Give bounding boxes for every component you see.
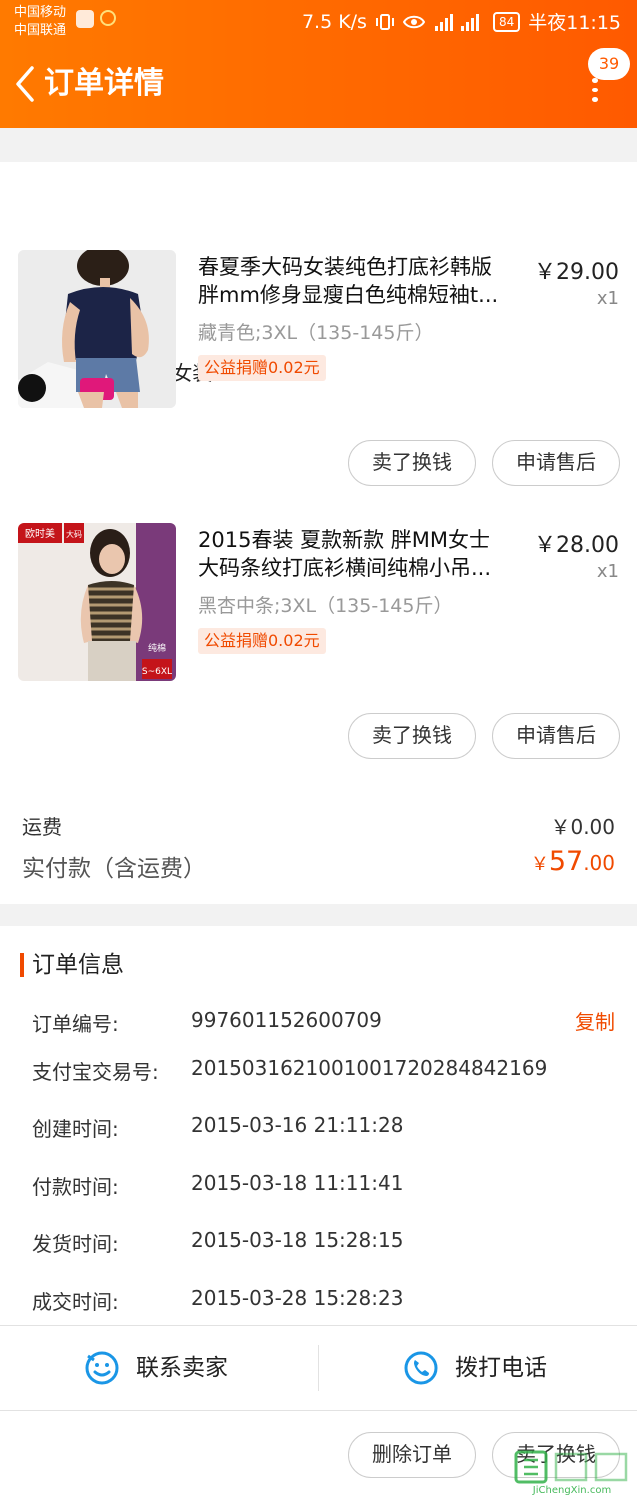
divider bbox=[0, 1410, 637, 1411]
paid-time-label: 付款时间: bbox=[32, 1175, 119, 1199]
notification-badge: 39 bbox=[588, 48, 630, 80]
status-app-icons bbox=[76, 10, 116, 28]
created-time-label: 创建时间: bbox=[32, 1117, 119, 1141]
call-phone-label: 拨打电话 bbox=[455, 1355, 547, 1381]
shipping-label: 运费 bbox=[22, 815, 62, 839]
contact-seller-button[interactable]: 联系卖家 bbox=[0, 1326, 318, 1410]
completed-time-label: 成交时间: bbox=[32, 1290, 119, 1314]
thumb-brand-label: 欧时美 bbox=[25, 527, 55, 540]
watermark-text: JiChengXin.com bbox=[532, 1485, 611, 1496]
product-sku-1: 藏青色;3XL（135-145斤） bbox=[198, 322, 434, 344]
paid-amount: ￥57.00 bbox=[531, 846, 615, 877]
charity-tag-1: 公益捐赠0.02元 bbox=[198, 355, 326, 381]
after-sales-button-1[interactable]: 申请售后 bbox=[492, 440, 620, 486]
completed-time-value: 2015-03-28 15:28:23 bbox=[191, 1286, 404, 1310]
alipay-trade-value: 2015031621001001720284842169 bbox=[191, 1056, 548, 1080]
product-title-1-line2: 胖mm修身显瘦白色纯棉短袖t... bbox=[198, 283, 499, 307]
product-title-1[interactable]: 春夏季大码女装纯色打底衫韩版 胖mm修身显瘦白色纯棉短袖t... bbox=[198, 253, 526, 309]
vibrate-icon bbox=[375, 13, 394, 30]
header-bar: 中国移动 中国联通 7.5 K/s 84 半夜11:15 订单详情 39 bbox=[0, 0, 637, 128]
net-speed: 7.5 K/s bbox=[301, 10, 367, 33]
page-title: 订单详情 bbox=[44, 66, 164, 101]
product-image-1[interactable] bbox=[18, 250, 176, 408]
chat-smile-icon bbox=[85, 1351, 119, 1385]
order-number-label: 订单编号: bbox=[32, 1012, 119, 1036]
paid-label: 实付款（含运费） bbox=[22, 856, 206, 882]
copy-button[interactable]: 复制 bbox=[575, 1006, 615, 1035]
shipping-value: ￥0.00 bbox=[550, 815, 615, 839]
product-price-1: ￥29.00 bbox=[534, 260, 619, 285]
contact-seller-label: 联系卖家 bbox=[136, 1355, 228, 1381]
carrier-1: 中国移动 bbox=[14, 5, 67, 20]
battery-level: 84 bbox=[492, 11, 521, 32]
charity-tag-2: 公益捐赠0.02元 bbox=[198, 628, 326, 654]
product-title-2[interactable]: 2015春装 夏款新款 胖MM女士 大码条纹打底衫横间纯棉小吊... bbox=[198, 526, 526, 582]
product-title-2-line1: 2015春装 夏款新款 胖MM女士 bbox=[198, 528, 491, 552]
created-time-value: 2015-03-16 21:11:28 bbox=[191, 1113, 404, 1137]
order-info-title: 订单信息 bbox=[32, 952, 124, 978]
phone-icon bbox=[404, 1351, 438, 1385]
headset-icon bbox=[100, 10, 116, 26]
thumb-cotton-label: 纯棉 bbox=[148, 642, 166, 654]
product-title-1-line1: 春夏季大码女装纯色打底衫韩版 bbox=[198, 255, 492, 279]
back-arrow-icon[interactable] bbox=[10, 64, 40, 104]
product-image-2[interactable]: 欧时美 大码 S~6XL 纯棉 bbox=[18, 523, 176, 681]
site-watermark: JiChengXin.com bbox=[514, 1450, 628, 1496]
product-title-2-line2: 大码条纹打底衫横间纯棉小吊... bbox=[198, 556, 492, 580]
status-right: 7.5 K/s 84 半夜11:15 bbox=[302, 8, 621, 35]
clock: 半夜11:15 bbox=[528, 12, 621, 34]
paid-time-value: 2015-03-18 11:11:41 bbox=[191, 1171, 404, 1195]
alipay-trade-label: 支付宝交易号: bbox=[32, 1060, 159, 1084]
more-menu-icon[interactable] bbox=[586, 78, 604, 103]
thumb-tag-label: 大码 bbox=[66, 529, 82, 539]
carrier-2: 中国联通 bbox=[14, 23, 67, 38]
shield-icon bbox=[76, 10, 94, 28]
eye-icon bbox=[402, 15, 425, 28]
paid-dec: .00 bbox=[583, 851, 615, 875]
sell-for-cash-button-1[interactable]: 卖了换钱 bbox=[348, 440, 476, 486]
shipped-time-value: 2015-03-18 15:28:15 bbox=[191, 1228, 404, 1252]
product-qty-2: x1 bbox=[596, 561, 619, 582]
section-accent-bar bbox=[20, 953, 24, 977]
product-price-2: ￥28.00 bbox=[534, 533, 619, 558]
thumb-size-label: S~6XL bbox=[142, 667, 172, 677]
section-gap bbox=[0, 128, 637, 162]
order-number-value: 997601152600709 bbox=[191, 1008, 382, 1032]
product-qty-1: x1 bbox=[596, 288, 619, 309]
signal-icon bbox=[434, 13, 479, 31]
sell-for-cash-button-2[interactable]: 卖了换钱 bbox=[348, 713, 476, 759]
call-phone-button[interactable]: 拨打电话 bbox=[319, 1326, 637, 1410]
shop-row[interactable]: 欧时美 潮流女装 bbox=[0, 172, 637, 385]
shipped-time-label: 发货时间: bbox=[32, 1232, 119, 1256]
product-sku-2: 黑杏中条;3XL（135-145斤） bbox=[198, 595, 453, 617]
paid-currency: ￥ bbox=[530, 854, 549, 875]
delete-order-button[interactable]: 删除订单 bbox=[348, 1432, 476, 1478]
after-sales-button-2[interactable]: 申请售后 bbox=[492, 713, 620, 759]
status-carriers: 中国移动 中国联通 bbox=[14, 4, 66, 40]
paid-int: 57 bbox=[548, 846, 584, 877]
section-gap bbox=[0, 904, 637, 926]
